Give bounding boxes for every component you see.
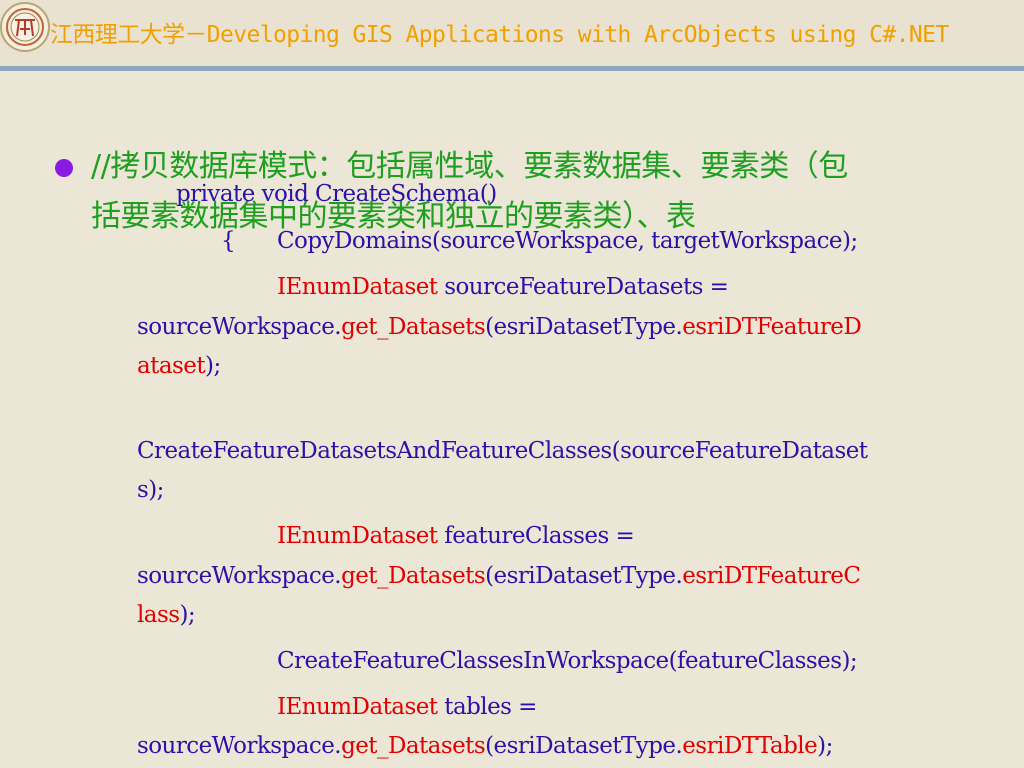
code-object: sourceWorkspace. — [137, 314, 342, 340]
code-line-11: CreateFeatureClassesInWorkspace(featureC… — [277, 648, 858, 674]
code-line-5: ataset); — [137, 353, 221, 379]
code-decl-text: sourceFeatureDatasets = — [437, 274, 729, 300]
code-line-13: sourceWorkspace.get_Datasets(esriDataset… — [137, 733, 833, 759]
code-line-3: IEnumDataset sourceFeatureDatasets = — [277, 274, 729, 300]
code-line-4: sourceWorkspace.get_Datasets(esriDataset… — [137, 314, 862, 340]
code-line-12: IEnumDataset tables = — [277, 694, 537, 720]
header-divider — [0, 66, 1024, 71]
university-seal-logo — [0, 1, 53, 54]
code-line-2: CopyDomains(sourceWorkspace, targetWorks… — [277, 228, 858, 254]
code-line-6: CreateFeatureDatasetsAndFeatureClasses(s… — [137, 438, 868, 464]
code-method: get_Datasets — [341, 733, 486, 759]
code-type-ienumdataset: IEnumDataset — [277, 274, 438, 300]
slide-header: 江西理工大学－Developing GIS Applications with … — [0, 0, 1024, 66]
code-decl-text: tables = — [437, 694, 537, 720]
code-line-1: private void CreateSchema() — [176, 181, 497, 207]
code-type-ienumdataset: IEnumDataset — [277, 523, 438, 549]
code-method: get_Datasets — [341, 563, 486, 589]
code-object: sourceWorkspace. — [137, 563, 342, 589]
header-title: 江西理工大学－Developing GIS Applications with … — [50, 22, 949, 48]
bullet-text-line-1: //拷贝数据库模式：包括属性域、要素数据集、要素类（包 — [91, 149, 848, 184]
code-enum-value-cont: ataset — [137, 353, 206, 379]
code-line-8: IEnumDataset featureClasses = — [277, 523, 635, 549]
code-line-10: lass); — [137, 602, 196, 628]
code-arg: (esriDatasetType. — [485, 733, 683, 759]
code-arg: (esriDatasetType. — [485, 314, 683, 340]
code-open-brace: { — [221, 228, 236, 254]
bullet-icon — [55, 159, 73, 177]
code-enum-value-cont: lass — [137, 602, 180, 628]
code-arg: (esriDatasetType. — [485, 563, 683, 589]
code-line-9: sourceWorkspace.get_Datasets(esriDataset… — [137, 563, 861, 589]
code-line-7: s); — [137, 477, 164, 503]
code-enum-value: esriDTTable — [682, 733, 818, 759]
code-close: ); — [179, 602, 196, 628]
code-close: ); — [205, 353, 221, 379]
code-decl-text: featureClasses = — [437, 523, 635, 549]
code-object: sourceWorkspace. — [137, 733, 342, 759]
code-enum-value: esriDTFeatureC — [682, 563, 861, 589]
code-method: get_Datasets — [341, 314, 486, 340]
code-type-ienumdataset: IEnumDataset — [277, 694, 438, 720]
code-enum-value: esriDTFeatureD — [682, 314, 862, 340]
code-close: ); — [817, 733, 833, 759]
